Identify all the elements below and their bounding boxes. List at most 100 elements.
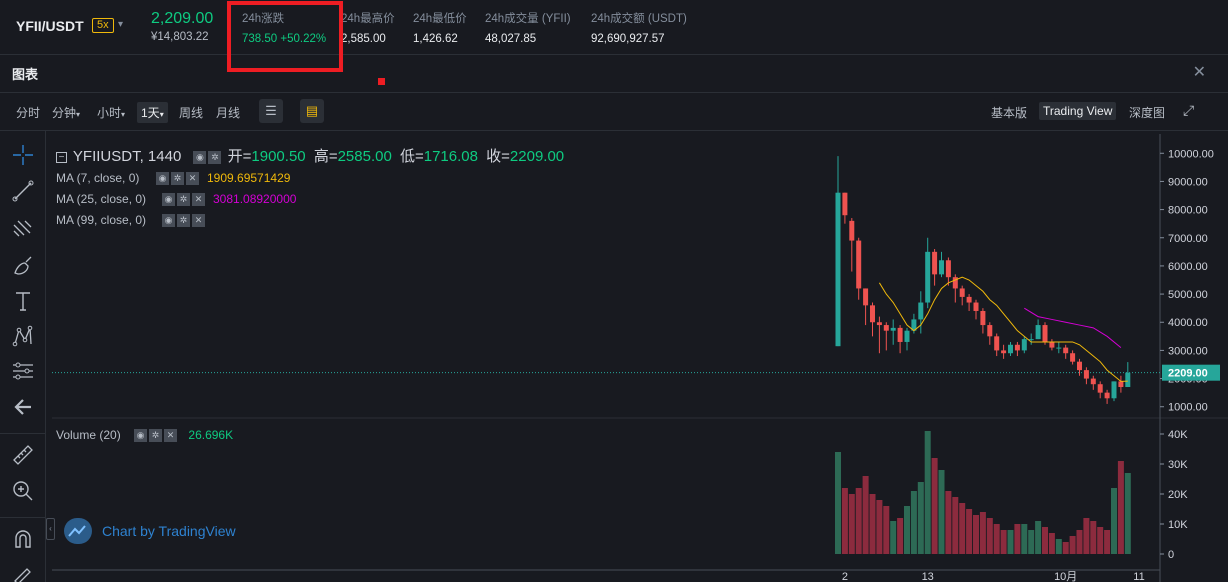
close-icon[interactable]: ✕ [1193, 62, 1206, 82]
ma7-value: 1909.69571429 [207, 171, 291, 185]
zoom-in-icon[interactable] [10, 479, 36, 505]
interval-hour[interactable]: 小时▾ [97, 104, 125, 121]
ma7-path [878, 276, 1128, 382]
gear-icon[interactable]: ✲ [177, 193, 190, 207]
candles [835, 156, 1131, 404]
measure-lines-icon[interactable] [10, 359, 36, 385]
eye-icon[interactable]: ◉ [134, 429, 148, 443]
arrow-left-icon[interactable] [10, 395, 36, 421]
fib-icon[interactable] [10, 217, 36, 243]
high-label: 高= [313, 148, 338, 165]
price-axis: 10000.00 9000.00 8000.00 7000.00 6000.00 5000… [842, 148, 1220, 582]
collapse-legend-icon[interactable]: − [56, 151, 67, 163]
legend-buttons: ◉ ✲ [193, 148, 223, 165]
close-icon[interactable]: ✕ [164, 429, 178, 443]
volume-label: Volume (20) [56, 428, 121, 442]
gear-icon[interactable]: ✲ [177, 214, 190, 228]
close-icon[interactable]: ✕ [192, 214, 205, 228]
stat-value: 92,690,927.57 [591, 33, 665, 45]
candle-body [925, 251, 931, 303]
chevron-down-icon[interactable]: ▾ [118, 19, 123, 30]
eye-icon[interactable]: ◉ [156, 172, 169, 186]
stat-label: 24h最高价 [341, 13, 395, 25]
trendline-icon[interactable] [10, 179, 36, 205]
volume-bar [869, 494, 876, 554]
fullscreen-icon[interactable]: ⤢ [1183, 102, 1194, 119]
volume-bar [979, 512, 986, 554]
stat-24h-high: 24h最高价 2,585.00 [341, 10, 395, 45]
highlight-box [227, 1, 343, 72]
candle-body [945, 260, 951, 278]
candle-body [1008, 344, 1013, 354]
view-basic[interactable]: 基本版 [991, 104, 1027, 121]
volume-bar [862, 476, 869, 554]
text-icon[interactable] [10, 289, 36, 315]
volume-bar [876, 500, 883, 554]
candle-body [904, 330, 910, 342]
volume-bar [959, 503, 966, 554]
volume-bar [897, 518, 904, 554]
divider [0, 92, 1228, 93]
symbol-name[interactable]: YFII/USDT [16, 18, 84, 34]
candle-body [1035, 325, 1041, 340]
candle-body [890, 327, 896, 331]
volume-bar [1117, 461, 1124, 554]
volume-bar [1055, 539, 1062, 554]
gear-icon[interactable]: ✲ [171, 172, 184, 186]
volume-bar [1104, 530, 1111, 554]
candle-body [1083, 370, 1089, 379]
y-tick-label: 1000.00 [1168, 402, 1208, 414]
interval-1d[interactable]: 1天▾ [137, 102, 168, 123]
ruler-icon[interactable] [10, 443, 36, 469]
indicators-icon[interactable]: ▤ [300, 99, 324, 123]
y-tick-label: 3000.00 [1168, 345, 1208, 357]
vol-tick-label: 10K [1168, 519, 1188, 531]
volume-bar [848, 494, 855, 554]
stat-label: 24h成交量 (YFII) [485, 13, 571, 25]
current-price-label: 2209.00 [1168, 368, 1208, 380]
eye-icon[interactable]: ◉ [162, 193, 175, 207]
interval-minute[interactable]: 分钟▾ [52, 104, 80, 121]
ma25-label: MA (25, close, 0) [56, 192, 147, 206]
candle-body [1063, 347, 1069, 354]
candle-body [1001, 350, 1007, 354]
fiat-price: ¥14,803.22 [151, 31, 209, 43]
view-depth[interactable]: 深度图 [1129, 104, 1165, 121]
interval-time[interactable]: 分时 [16, 104, 40, 121]
interval-label: 分钟 [52, 106, 77, 120]
eye-icon[interactable]: ◉ [193, 150, 207, 164]
eye-icon[interactable]: ◉ [162, 214, 175, 228]
volume-bar [883, 506, 890, 554]
pencil-lock-icon[interactable] [10, 561, 36, 582]
close-icon[interactable]: ✕ [186, 172, 199, 186]
volume-bar [1035, 521, 1042, 554]
ma25-value: 3081.08920000 [213, 192, 297, 206]
volume-bar [1076, 530, 1083, 554]
volume-bar [890, 521, 897, 554]
y-tick-label: 7000.00 [1168, 233, 1208, 245]
tradingview-watermark[interactable]: Chart by TradingView [64, 518, 236, 544]
interval-month[interactable]: 月线 [216, 104, 240, 121]
magnet-icon[interactable] [10, 527, 36, 553]
volume-bar [1007, 530, 1014, 554]
candle-body [1056, 347, 1062, 349]
interval-week[interactable]: 周线 [179, 104, 203, 121]
crosshair-icon[interactable] [10, 143, 36, 169]
pattern-icon[interactable] [10, 324, 36, 350]
stat-label: 24h成交额 (USDT) [591, 13, 687, 25]
volume-bar [993, 524, 1000, 554]
candle-body [1021, 339, 1027, 351]
brush-icon[interactable] [10, 253, 36, 279]
drawing-toolbar [0, 131, 46, 582]
chart-toolbar: 分时 分钟▾ 小时▾ 1天▾ 周线 月线 ☰ ▤ 基本版 Trading Vie… [0, 96, 1228, 128]
gear-icon[interactable]: ✲ [208, 150, 222, 164]
volume-bar [904, 506, 910, 554]
settings-sliders-icon[interactable]: ☰ [259, 99, 283, 123]
close-icon[interactable]: ✕ [192, 193, 205, 207]
candle-body [870, 305, 875, 323]
view-tradingview[interactable]: Trading View [1039, 102, 1117, 120]
vol-tick-label: 40K [1168, 429, 1188, 441]
ma7-label: MA (7, close, 0) [56, 171, 140, 185]
gear-icon[interactable]: ✲ [149, 429, 163, 443]
vol-tick-label: 30K [1168, 459, 1188, 471]
